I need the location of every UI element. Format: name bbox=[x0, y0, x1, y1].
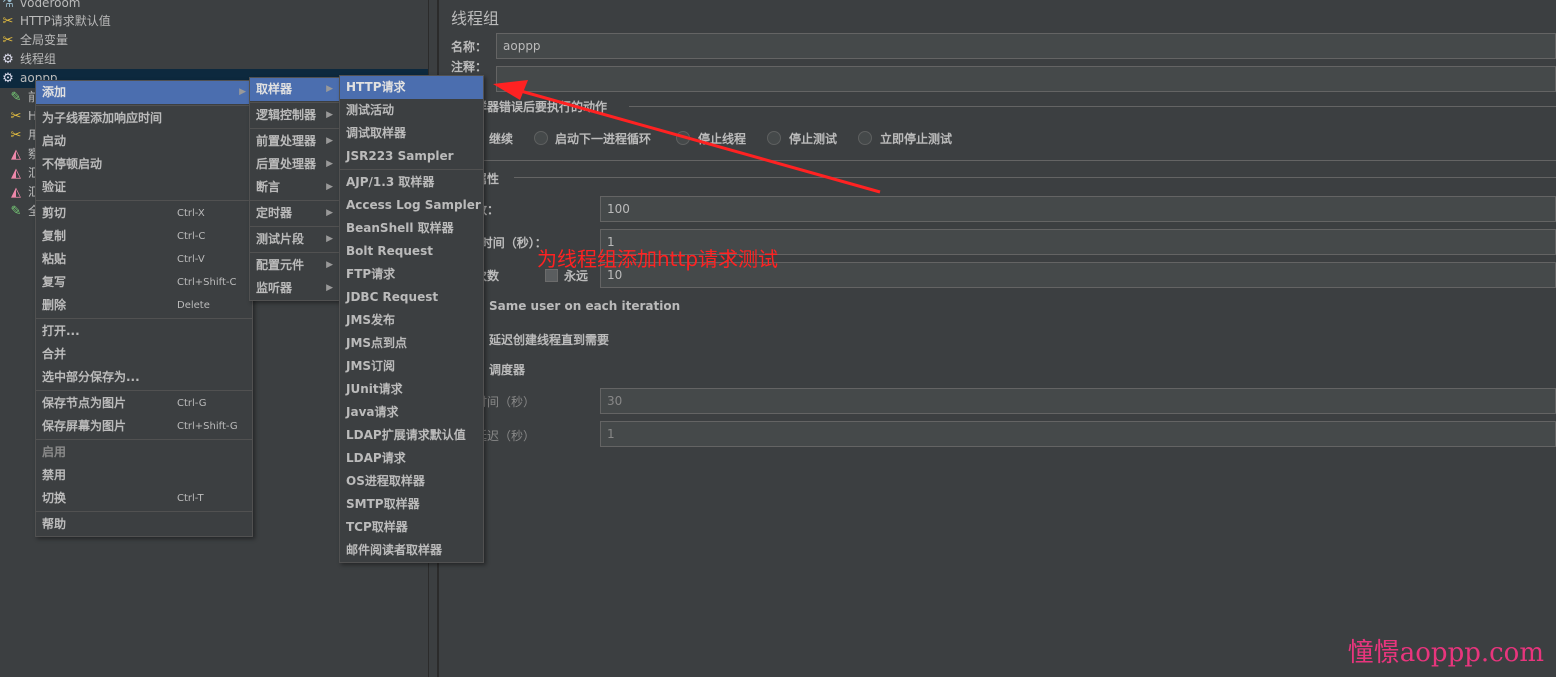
annotation-arrow bbox=[493, 80, 881, 194]
arrow-head bbox=[493, 80, 528, 100]
arrow-shaft bbox=[509, 86, 881, 194]
watermark: 憧憬aoppp.com bbox=[1347, 638, 1544, 668]
annotation-text: 为线程组添加http请求测试 bbox=[537, 247, 779, 271]
